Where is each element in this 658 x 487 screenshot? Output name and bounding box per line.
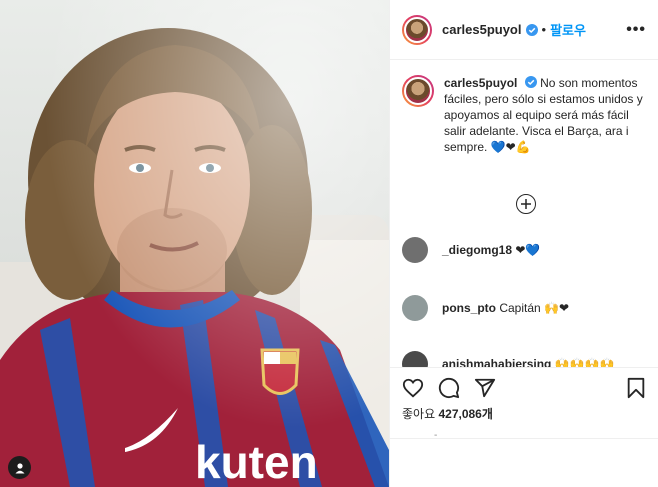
post-actions: 좋아요 427,086개 - (390, 367, 658, 487)
verified-icon (525, 23, 538, 36)
post-sidebar: carles5puyol • 팔로우 ••• carles5puyol No s… (389, 0, 658, 487)
comment-body: ❤💙 (515, 243, 541, 257)
comment-item: _diegomg18 ❤💙 (402, 237, 540, 263)
comments-section: carles5puyol No son momentos fáciles, pe… (390, 61, 658, 367)
header-separator: • (541, 22, 547, 37)
comment-username[interactable]: anishmahabiersing (442, 357, 551, 367)
share-icon[interactable] (474, 377, 496, 399)
comment-text: anishmahabiersing 🙌🙌🙌🙌 (442, 357, 614, 367)
comment-avatar[interactable] (402, 351, 428, 367)
comment-body: 🙌🙌🙌🙌 (554, 357, 615, 367)
user-tag-icon[interactable] (8, 456, 31, 479)
likes-label: 좋아요 (402, 407, 436, 421)
comment-text: _diegomg18 ❤💙 (442, 243, 540, 257)
bookmark-icon[interactable] (626, 377, 646, 399)
comment-input-area[interactable] (390, 438, 658, 487)
author-username[interactable]: carles5puyol (442, 22, 522, 37)
author-avatar[interactable] (402, 14, 432, 45)
photo-background (0, 0, 389, 487)
more-options-button[interactable]: ••• (626, 21, 646, 39)
caption-text: carles5puyol No son momentos fáciles, pe… (444, 75, 646, 155)
comment-username[interactable]: _diegomg18 (442, 243, 512, 257)
comment-item: anishmahabiersing 🙌🙌🙌🙌 (402, 351, 614, 367)
comment-icon[interactable] (438, 377, 460, 399)
caption-avatar[interactable] (402, 75, 434, 107)
comment-body: Capitán 🙌❤ (499, 301, 570, 315)
heart-icon[interactable] (402, 377, 424, 399)
likes-value: 427,086개 (438, 407, 493, 421)
action-icons (390, 368, 658, 399)
post-photo[interactable]: kuten (0, 0, 389, 487)
comment-text: pons_pto Capitán 🙌❤ (442, 301, 569, 315)
verified-icon (524, 76, 537, 88)
comment-item: pons_pto Capitán 🙌❤ (402, 295, 569, 321)
caption-username[interactable]: carles5puyol (444, 76, 517, 90)
post-caption: carles5puyol No son momentos fáciles, pe… (390, 61, 658, 155)
comment-avatar[interactable] (402, 295, 428, 321)
follow-button[interactable]: 팔로우 (550, 20, 586, 39)
caption-emoji: 💙❤💪 (490, 140, 531, 154)
comment-avatar[interactable] (402, 237, 428, 263)
post-header: carles5puyol • 팔로우 ••• (390, 0, 658, 60)
likes-count[interactable]: 좋아요 427,086개 (390, 399, 658, 422)
comment-username[interactable]: pons_pto (442, 301, 496, 315)
plus-circle-icon[interactable] (516, 194, 536, 214)
